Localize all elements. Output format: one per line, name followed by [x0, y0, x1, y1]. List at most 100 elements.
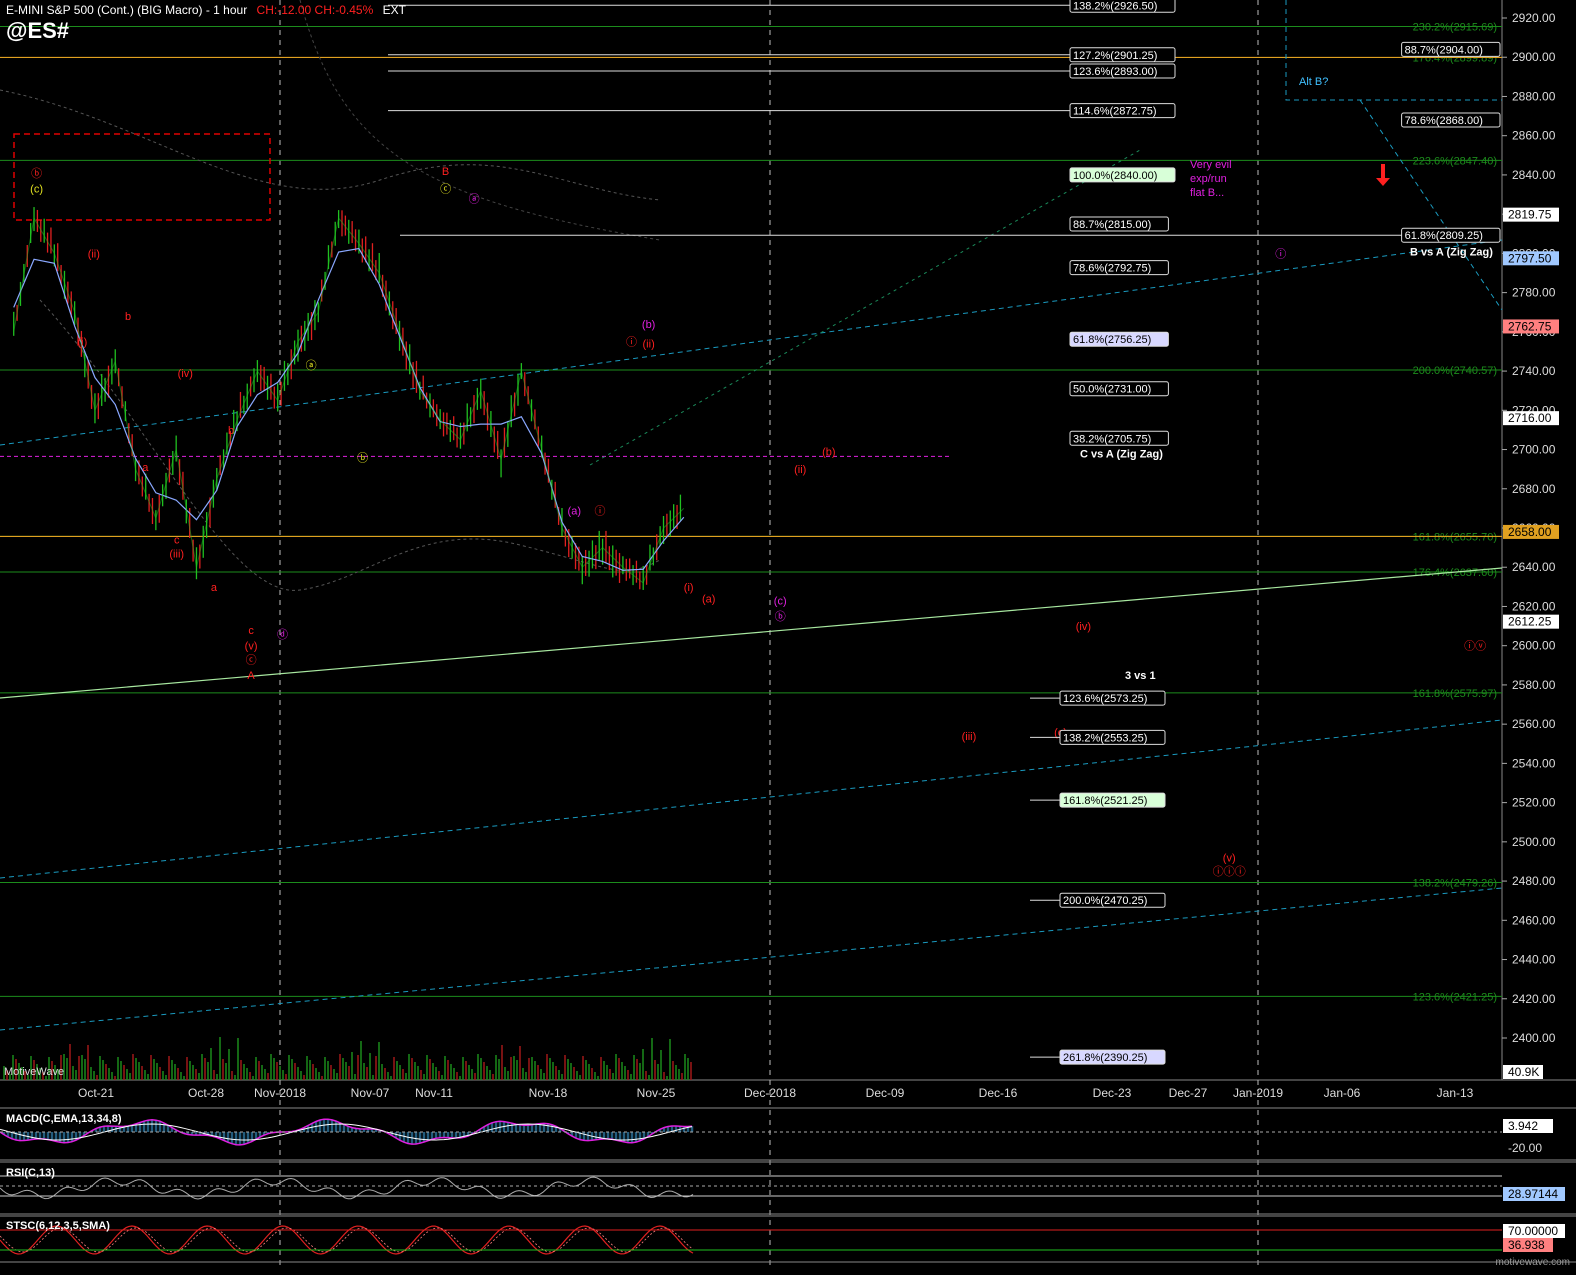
time-tick-label: Nov-11 [415, 1086, 453, 1100]
wave-label: ⓑ [775, 610, 786, 623]
envelope-outer [299, 0, 661, 241]
price-tick-label: 2860.00 [1512, 129, 1556, 143]
wave-label: (v) [1223, 852, 1236, 864]
wave-label: ⓘ [595, 504, 606, 517]
fib-level-box-label: 61.8%(2756.25) [1073, 334, 1151, 346]
fib-level-box-label: 100.0%(2840.00) [1073, 170, 1157, 182]
wave-label: (a) [568, 505, 581, 517]
fib-level-label: 161.8%(2575.97) [1413, 688, 1497, 700]
fib-level-box-label: 61.8%(2809.25) [1405, 230, 1483, 242]
price-marker-label: 2612.25 [1508, 615, 1552, 629]
channel-line-mid [0, 719, 1503, 879]
price-marker-label: 2658.00 [1508, 525, 1552, 539]
time-tick-label: Jan-06 [1324, 1086, 1361, 1100]
time-tick-label: Nov-07 [351, 1086, 390, 1100]
price-tick-label: 2460.00 [1512, 913, 1556, 927]
price-tick-label: 2480.00 [1512, 874, 1556, 888]
fib-level-box-label: 114.6%(2872.75) [1073, 106, 1157, 118]
fib-group-title: B vs A (Zig Zag) [1410, 246, 1493, 258]
price-bars [13, 207, 682, 590]
fib-level-box-label: 38.2%(2705.75) [1073, 433, 1151, 445]
price-chart[interactable]: 2920.002900.002880.002860.002840.002820.… [0, 0, 1576, 1270]
fib-level-box-label: 200.0%(2470.25) [1063, 895, 1147, 907]
alt-b-diagonal [1359, 99, 1503, 311]
wave-label: (ii) [643, 339, 655, 351]
price-tick-label: 2400.00 [1512, 1031, 1556, 1045]
highlight-box [13, 133, 271, 221]
wave-label: a [142, 462, 149, 474]
annotation-text: Very evil [1190, 159, 1232, 171]
fib-level-label: 176.4%(2637.60) [1413, 567, 1497, 579]
price-tick-label: 2440.00 [1512, 953, 1556, 967]
fib-level-box-label: 138.2%(2553.25) [1063, 732, 1147, 744]
wave-label: (iv) [178, 368, 193, 380]
wave-label: (c) [774, 596, 787, 608]
wave-label: ⓐ [306, 359, 317, 372]
price-marker-label: 2762.75 [1508, 319, 1552, 333]
wave-label: ⓘⓘⓘ [1213, 865, 1246, 878]
macd-label: MACD(C,EMA,13,34,8) [6, 1113, 122, 1125]
time-tick-label: Nov-25 [637, 1086, 676, 1100]
wave-label: (iii) [962, 731, 977, 743]
wave-label: ⓘⓥ [1464, 640, 1486, 653]
fib-level-label: 138.2%(2479.26) [1413, 878, 1497, 890]
envelope-upper [0, 89, 661, 201]
wave-label: (iii) [169, 548, 184, 560]
price-tick-label: 2900.00 [1512, 50, 1556, 64]
time-tick-label: Dec-23 [1093, 1086, 1132, 1100]
stsc-value: 36.938 [1508, 1238, 1545, 1252]
wave-label: (iv) [1076, 621, 1091, 633]
time-tick-label: Dec-16 [979, 1086, 1018, 1100]
time-tick-label: Dec-2018 [744, 1086, 796, 1100]
fib-level-box-label: 88.7%(2904.00) [1405, 44, 1483, 56]
fib-level-label: 123.6%(2421.25) [1413, 991, 1497, 1003]
ticker-symbol: @ES# [6, 18, 70, 43]
wave-label: (b) [822, 446, 835, 458]
chart-header: E-MINI S&P 500 (Cont.) (BIG Macro) - 1 h… [6, 3, 406, 17]
fib-level-box-label: 261.8%(2390.25) [1063, 1052, 1147, 1064]
price-tick-label: 2840.00 [1512, 168, 1556, 182]
chart-stage[interactable]: 2920.002900.002880.002860.002840.002820.… [0, 0, 1576, 1270]
price-tick-label: 2520.00 [1512, 796, 1556, 810]
price-tick-label: 2600.00 [1512, 639, 1556, 653]
fib-level-label: 161.8%(2655.70) [1413, 531, 1497, 543]
fib-level-box-label: 78.6%(2868.00) [1405, 115, 1483, 127]
envelope-lower [39, 299, 661, 591]
wave-label: (i) [77, 337, 87, 349]
wave-label: ⓘ [1275, 247, 1286, 260]
price-tick-label: 2740.00 [1512, 364, 1556, 378]
wave-label: (c) [30, 184, 43, 196]
fib-level-box-label: 127.2%(2901.25) [1073, 50, 1157, 62]
price-marker-label: 2819.75 [1508, 208, 1552, 222]
fib-level-box-label: 138.2%(2926.50) [1073, 0, 1157, 12]
fib-level-box-label: 50.0%(2731.00) [1073, 384, 1151, 396]
macd-low-label: -20.00 [1508, 1141, 1542, 1155]
time-tick-label: Oct-21 [78, 1086, 114, 1100]
fib-level-box-label: 123.6%(2893.00) [1073, 66, 1157, 78]
price-marker-label: 2716.00 [1508, 411, 1552, 425]
fib-level-box-label: 123.6%(2573.25) [1063, 693, 1147, 705]
price-marker-label: 2797.50 [1508, 251, 1552, 265]
price-tick-label: 2680.00 [1512, 482, 1556, 496]
price-tick-label: 2780.00 [1512, 286, 1556, 300]
wave-label: ⓐ [469, 192, 480, 205]
wave-label: b [125, 311, 131, 323]
time-tick-label: Jan-2019 [1233, 1086, 1283, 1100]
rsi-label: RSI(C,13) [6, 1167, 55, 1179]
price-tick-label: 2640.00 [1512, 560, 1556, 574]
moving-average-line [13, 247, 685, 571]
watermark: motivewave.com [1495, 1257, 1570, 1268]
wave-label: ⓓ [277, 628, 288, 641]
channel-line-lower [0, 887, 1503, 1031]
price-tick-label: 2920.00 [1512, 11, 1556, 25]
price-tick-label: 2880.00 [1512, 89, 1556, 103]
wave-label: c [174, 535, 180, 547]
down-arrow-icon [1376, 164, 1390, 186]
wave-label: (b) [642, 319, 655, 331]
time-tick-label: Dec-27 [1169, 1086, 1208, 1100]
fib-level-box-label: 88.7%(2815.00) [1073, 219, 1151, 231]
volume-marker-label: 40.9K [1508, 1065, 1539, 1079]
price-tick-label: 2420.00 [1512, 992, 1556, 1006]
fib-level-box-label: 161.8%(2521.25) [1063, 795, 1147, 807]
alt-b-label: Alt B? [1299, 76, 1329, 88]
